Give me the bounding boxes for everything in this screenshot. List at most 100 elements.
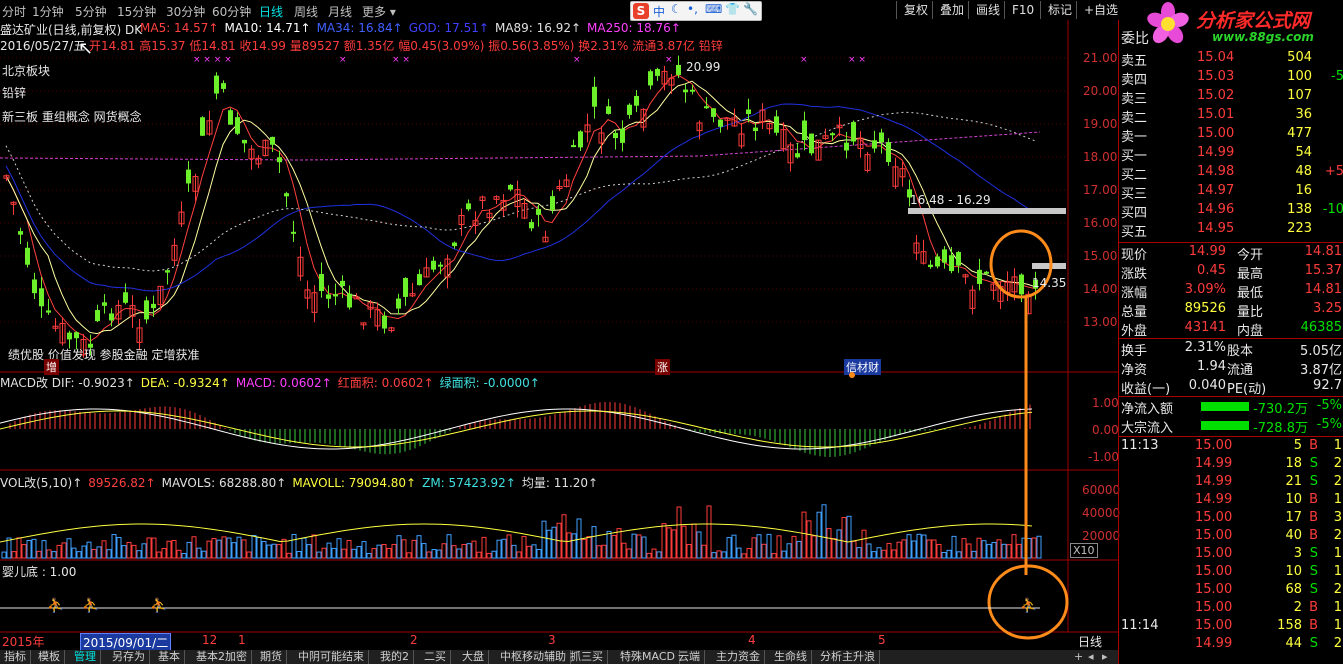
- tab-0[interactable]: 指标: [0, 650, 31, 664]
- tab-16[interactable]: 生命线: [770, 650, 812, 664]
- period-indicator[interactable]: 日线: [1078, 633, 1102, 650]
- order-book-row[interactable]: 买一 14.99 54: [1119, 145, 1343, 164]
- tick-row[interactable]: 15.00 3 S 1: [1119, 546, 1343, 564]
- tab-4[interactable]: 基本: [154, 650, 185, 664]
- svg-text:×: ×: [800, 55, 808, 65]
- quote-label: 总量: [1121, 305, 1148, 320]
- fuquan-button[interactable]: 复权: [896, 1, 935, 19]
- order-book-row[interactable]: 卖一 15.00 477: [1119, 126, 1343, 145]
- f10-button[interactable]: F10: [1004, 1, 1041, 19]
- quote-value: 89526: [1184, 301, 1226, 316]
- ime-lang[interactable]: 中: [653, 3, 665, 20]
- keyboard-icon[interactable]: ⌨: [705, 2, 722, 16]
- volume-bar: [766, 533, 772, 559]
- tab-5[interactable]: 基本2加密: [192, 650, 252, 664]
- candle-body: [571, 145, 576, 148]
- order-book-row[interactable]: 卖四 15.03 100 -5: [1119, 69, 1343, 88]
- tab-1[interactable]: 模板: [34, 650, 65, 664]
- tab-13[interactable]: 特殊MACD: [616, 650, 680, 664]
- tick-side: B: [1309, 618, 1318, 633]
- period-30min[interactable]: 30分钟: [166, 3, 205, 20]
- order-book-row[interactable]: 卖五 15.04 504: [1119, 50, 1343, 69]
- order-book-row[interactable]: 买二 14.98 48 +5: [1119, 164, 1343, 183]
- volume-bar: [401, 539, 407, 559]
- tab-scroll-left-icon[interactable]: ◂: [1088, 650, 1094, 663]
- tick-row[interactable]: 15.00 40 B 2: [1119, 528, 1343, 546]
- order-book-row[interactable]: 买四 14.96 138 -10: [1119, 202, 1343, 221]
- volume-bar: [491, 550, 497, 559]
- volume-bar: [436, 549, 442, 559]
- period-more[interactable]: 更多 ▾: [362, 3, 396, 20]
- tick-row[interactable]: 14.99 10 B 1: [1119, 492, 1343, 510]
- kline-chart[interactable]: ⛹ ⛹ ⛹ ⛹ × × × × × × × × × × × ×: [0, 20, 1118, 650]
- shirt-icon[interactable]: 👕: [725, 2, 740, 16]
- period-15min[interactable]: 15分钟: [117, 3, 156, 20]
- order-book-row[interactable]: 卖三 15.02 107: [1119, 88, 1343, 107]
- mark-button[interactable]: 标记: [1040, 1, 1079, 19]
- tab-2[interactable]: 管理: [70, 650, 101, 664]
- tab-12[interactable]: 抓三买: [566, 650, 608, 664]
- period-60min[interactable]: 60分钟: [212, 3, 251, 20]
- tick-row[interactable]: 14.99 21 S 2: [1119, 474, 1343, 492]
- tick-row[interactable]: 15.00 2 B 1: [1119, 600, 1343, 618]
- order-level-label: 买二: [1121, 168, 1148, 183]
- tab-7[interactable]: 中阴可能结束: [294, 650, 369, 664]
- sogou-logo-icon[interactable]: S: [633, 3, 649, 19]
- volume-bar: [641, 536, 647, 559]
- volume-bar: [926, 539, 932, 559]
- add-watchlist-button[interactable]: +自选: [1076, 1, 1125, 19]
- punctuation-icon[interactable]: •,: [687, 2, 698, 16]
- candle-body: [949, 255, 954, 272]
- period-daily[interactable]: 日线: [259, 3, 283, 20]
- period-monthly[interactable]: 月线: [328, 3, 352, 20]
- volume-bar: [286, 552, 292, 559]
- order-book-row[interactable]: 卖二 15.01 36: [1119, 107, 1343, 126]
- wrench-icon[interactable]: 🔧: [743, 2, 758, 16]
- tab-15[interactable]: 主力资金: [712, 650, 765, 664]
- event-tag-increase[interactable]: 增: [44, 359, 59, 375]
- tab-3[interactable]: 另存为: [108, 650, 150, 664]
- tick-count: 3: [1333, 510, 1342, 525]
- tick-row[interactable]: 11:14 15.00 158 B 1: [1119, 618, 1343, 636]
- tab-8[interactable]: 我的2: [376, 650, 414, 664]
- volume-bar: [346, 539, 352, 559]
- order-book-row[interactable]: 买三 14.97 16: [1119, 183, 1343, 202]
- event-tag-rise[interactable]: 涨: [655, 359, 670, 375]
- tick-row[interactable]: 14.99 18 S 2: [1119, 456, 1343, 474]
- tab-scroll-plus-icon[interactable]: +: [1074, 650, 1083, 663]
- tab-scroll-right-icon[interactable]: ▸: [1102, 650, 1108, 663]
- tick-row[interactable]: 15.00 17 B 3: [1119, 510, 1343, 528]
- overlay-button[interactable]: 叠加: [932, 1, 971, 19]
- tab-10[interactable]: 大盘: [458, 650, 489, 664]
- order-book-row[interactable]: 买五 14.95 223: [1119, 221, 1343, 240]
- tab-17[interactable]: 分析主升浪: [816, 650, 880, 664]
- tick-price: 14.99: [1195, 456, 1233, 471]
- tick-row[interactable]: 14.99 44 S 2: [1119, 636, 1343, 654]
- tab-9[interactable]: 二买: [420, 650, 451, 664]
- candle-body: [186, 169, 191, 184]
- volume-bar: [541, 520, 547, 559]
- moon-icon[interactable]: ☾: [671, 2, 682, 16]
- flow-label: 净流入额: [1121, 402, 1174, 417]
- tab-11[interactable]: 中枢移动辅助: [496, 650, 571, 664]
- tick-row[interactable]: 11:13 15.00 5 B 1: [1119, 438, 1343, 456]
- volume-bar: [391, 543, 397, 559]
- tab-scroll[interactable]: + ◂ ▸: [1070, 650, 1118, 664]
- period-1min[interactable]: 1分钟: [32, 3, 64, 20]
- tab-6[interactable]: 期货: [256, 650, 287, 664]
- volume-bar: [411, 539, 417, 559]
- vol-unit-badge[interactable]: X10: [1070, 543, 1098, 558]
- tab-14[interactable]: 云端: [674, 650, 705, 664]
- candle-body: [711, 108, 716, 117]
- volume-bar: [726, 537, 732, 559]
- volume-bar: [751, 537, 757, 559]
- volume-bar: [86, 541, 92, 559]
- volume-bar: [481, 536, 487, 559]
- tick-row[interactable]: 15.00 10 S 1: [1119, 564, 1343, 582]
- period-weekly[interactable]: 周线: [294, 3, 318, 20]
- draw-line-button[interactable]: 画线: [968, 1, 1007, 19]
- tick-count: 2: [1333, 456, 1342, 471]
- period-5min[interactable]: 5分钟: [75, 3, 107, 20]
- tick-row[interactable]: 15.00 68 S 2: [1119, 582, 1343, 600]
- period-intraday[interactable]: 分时: [2, 3, 26, 20]
